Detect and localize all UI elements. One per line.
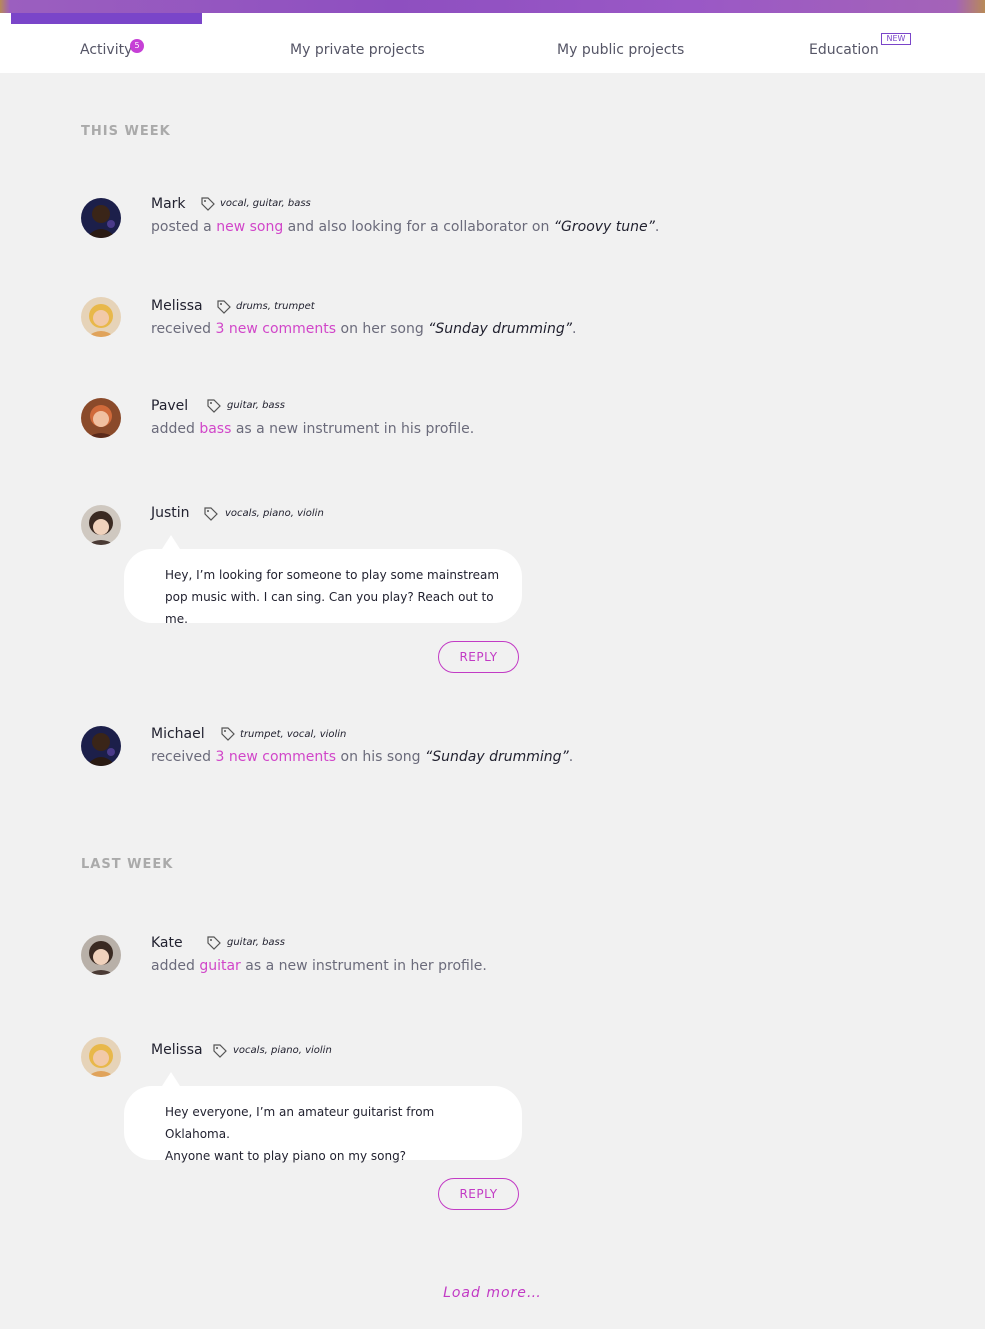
avatar-michael[interactable]: [81, 726, 121, 766]
tab-bar: Activity 5 My private projects My public…: [0, 13, 985, 73]
tab-my-public-projects[interactable]: My public projects: [557, 42, 684, 58]
avatar-justin[interactable]: [81, 505, 121, 545]
comments-link[interactable]: 3 new comments: [216, 749, 337, 765]
tag-icon: [221, 727, 235, 741]
tag-icon: [213, 1044, 227, 1058]
tag-icon: [217, 300, 231, 314]
user-name[interactable]: Mark: [151, 196, 186, 212]
bubble-tail: [162, 535, 180, 549]
avatar-blonde-icon: [81, 297, 121, 337]
instrument-tags: vocals, piano, violin: [225, 508, 324, 519]
bubble-tail: [162, 1072, 180, 1086]
tag-icon: [207, 936, 221, 950]
section-title-last-week: LAST WEEK: [81, 857, 174, 872]
tab-activity[interactable]: Activity: [80, 42, 132, 58]
new-song-link[interactable]: new song: [216, 219, 283, 235]
message-bubble: Hey, I’m looking for someone to play som…: [124, 549, 522, 626]
tag-icon: [207, 399, 221, 413]
activity-text: received 3 new comments on his song “Sun…: [151, 749, 573, 765]
user-name[interactable]: Michael: [151, 726, 205, 742]
instrument-tags: drums, trumpet: [236, 301, 315, 312]
activity-text-part: posted a: [151, 219, 217, 235]
activity-text-part: .: [568, 749, 574, 765]
reply-button[interactable]: REPLY: [438, 1178, 519, 1210]
activity-count-badge: 5: [130, 39, 144, 53]
instrument-tags: vocals, piano, violin: [233, 1045, 332, 1056]
activity-text-part: added: [151, 958, 200, 974]
avatar-melissa[interactable]: [81, 297, 121, 337]
instrument-link[interactable]: guitar: [199, 958, 240, 974]
activity-text-part: and also looking for a collaborator on: [283, 219, 554, 235]
avatar-dark-icon: [81, 198, 121, 238]
activity-text-part: on her song: [336, 321, 429, 337]
song-title[interactable]: “Groovy tune”: [554, 219, 655, 235]
message-line: Hey everyone, I’m an amateur guitarist f…: [165, 1105, 435, 1141]
avatar-mark[interactable]: [81, 198, 121, 238]
comments-link[interactable]: 3 new comments: [216, 321, 337, 337]
activity-text: posted a new song and also looking for a…: [151, 219, 659, 235]
activity-text-part: .: [571, 321, 577, 337]
activity-text-part: as a new instrument in her profile.: [240, 958, 487, 974]
message-line: Anyone want to play piano on my song?: [165, 1149, 407, 1163]
activity-text: received 3 new comments on her song “Sun…: [151, 321, 576, 337]
instrument-link[interactable]: bass: [199, 421, 231, 437]
message-bubble: Hey everyone, I’m an amateur guitarist f…: [124, 1086, 522, 1163]
activity-text-part: as a new instrument in his profile.: [231, 421, 475, 437]
header-banner: [0, 0, 985, 13]
instrument-tags: guitar, bass: [227, 400, 285, 411]
user-name[interactable]: Kate: [151, 935, 183, 951]
new-badge: NEW: [881, 33, 911, 45]
user-name[interactable]: Pavel: [151, 398, 188, 414]
instrument-tags: guitar, bass: [227, 937, 285, 948]
user-name[interactable]: Justin: [151, 505, 190, 521]
reply-button[interactable]: REPLY: [438, 641, 519, 673]
activity-text: added bass as a new instrument in his pr…: [151, 421, 474, 437]
tag-icon: [201, 197, 215, 211]
song-title[interactable]: “Sunday drumming”: [428, 321, 572, 337]
tab-my-private-projects[interactable]: My private projects: [290, 42, 425, 58]
activity-text-part: .: [654, 219, 660, 235]
load-more-link[interactable]: Load more…: [0, 1285, 985, 1301]
activity-text-part: received: [151, 321, 216, 337]
activity-text: added guitar as a new instrument in her …: [151, 958, 487, 974]
instrument-tags: vocal, guitar, bass: [220, 198, 311, 209]
activity-text-part: added: [151, 421, 200, 437]
tab-education[interactable]: Education: [809, 42, 879, 58]
avatar-brunette-icon: [81, 505, 121, 545]
instrument-tags: trumpet, vocal, violin: [240, 729, 347, 740]
activity-text-part: on his song: [336, 749, 425, 765]
song-title[interactable]: “Sunday drumming”: [425, 749, 569, 765]
message-line: pop music with. I can sing. Can you play…: [165, 590, 494, 626]
avatar-blonde-icon: [81, 1037, 121, 1077]
avatar-melissa[interactable]: [81, 1037, 121, 1077]
avatar-dark-icon: [81, 726, 121, 766]
avatar-kate[interactable]: [81, 935, 121, 975]
activity-text-part: received: [151, 749, 216, 765]
message-line: Hey, I’m looking for someone to play som…: [165, 568, 500, 582]
user-name[interactable]: Melissa: [151, 298, 203, 314]
section-title-this-week: THIS WEEK: [81, 124, 171, 139]
user-name[interactable]: Melissa: [151, 1042, 203, 1058]
avatar-ginger-icon: [81, 398, 121, 438]
tag-icon: [204, 507, 218, 521]
avatar-pavel[interactable]: [81, 398, 121, 438]
active-tab-indicator: [11, 13, 202, 24]
avatar-brunette-icon: [81, 935, 121, 975]
